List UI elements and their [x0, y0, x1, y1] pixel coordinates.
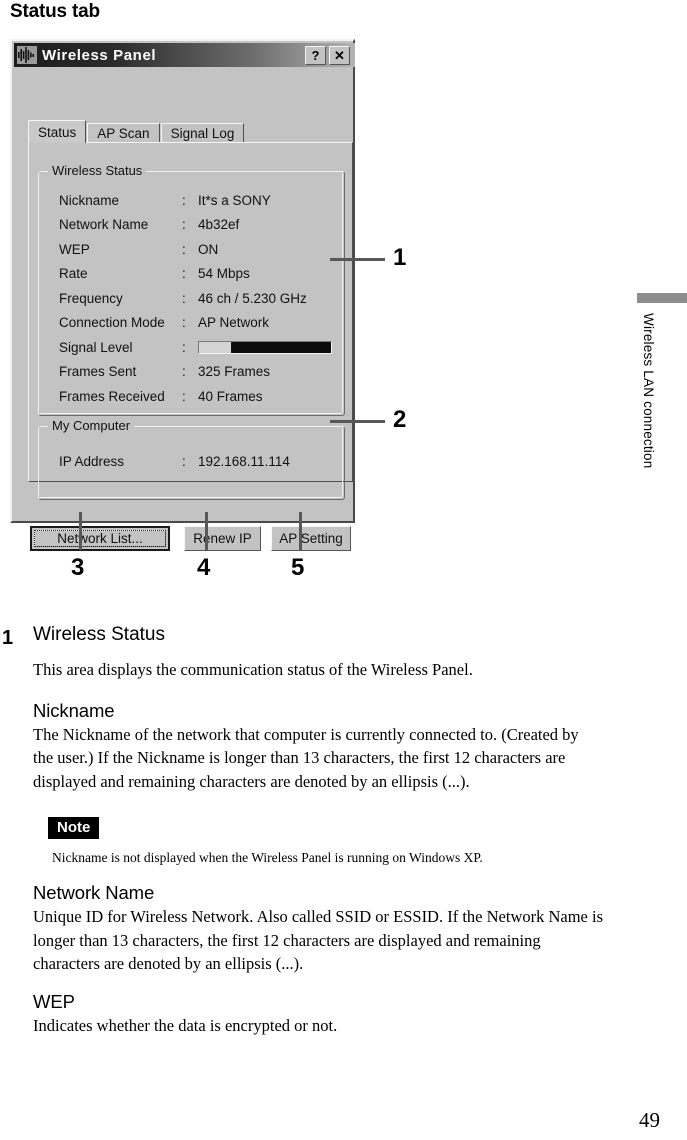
- row-separator: :: [182, 192, 186, 208]
- button-label: Renew IP: [193, 531, 252, 546]
- row-separator: :: [182, 217, 186, 233]
- row-label: Signal Level: [59, 339, 133, 355]
- row-value: It*s a SONY: [198, 192, 271, 208]
- status-row-frequency: Frequency : 46 ch / 5.230 GHz: [59, 286, 332, 311]
- row-separator: :: [182, 339, 186, 355]
- page-number: 49: [639, 1108, 660, 1132]
- row-separator: :: [182, 266, 186, 282]
- status-row-signal-level: Signal Level :: [59, 335, 332, 360]
- section-heading-wep: WEP: [33, 990, 75, 1012]
- step-number: 1: [2, 627, 14, 649]
- tab-signal-log[interactable]: Signal Log: [160, 123, 245, 143]
- section-text-network-name: Unique ID for Wireless Network. Also cal…: [33, 907, 604, 973]
- dialog-titlebar: Wireless Panel ? ✕: [14, 43, 355, 67]
- row-label: Nickname: [59, 192, 120, 208]
- status-row-frames-sent: Frames Sent : 325 Frames: [59, 360, 332, 385]
- row-value: 4b32ef: [198, 217, 240, 233]
- row-value: ON: [198, 241, 219, 257]
- ap-setting-button[interactable]: AP Setting: [271, 526, 351, 551]
- callout-number-4: 4: [197, 554, 211, 581]
- row-value: 54 Mbps: [198, 266, 250, 282]
- my-computer-group-title: My Computer: [48, 418, 135, 434]
- callout-number-3: 3: [71, 554, 85, 581]
- status-row-nickname: Nickname : It*s a SONY: [59, 188, 332, 213]
- step-intro: This area displays the communication sta…: [33, 660, 473, 679]
- row-label: Connection Mode: [59, 315, 165, 331]
- row-value: 40 Frames: [198, 388, 263, 404]
- callout-leader-5: [299, 512, 302, 550]
- my-computer-group: My Computer IP Address : 192.168.11.114: [37, 418, 345, 500]
- tab-status[interactable]: Status: [28, 120, 87, 143]
- row-value: 46 ch / 5.230 GHz: [198, 290, 307, 306]
- tab-strip: Status AP Scan Signal Log: [28, 120, 353, 143]
- row-separator: :: [182, 315, 186, 331]
- status-row-rate: Rate : 54 Mbps: [59, 262, 332, 287]
- row-separator: :: [182, 364, 186, 380]
- row-separator: :: [182, 453, 186, 469]
- page-title: Status tab: [10, 1, 100, 22]
- signal-wave-icon: [17, 46, 37, 64]
- callout-number-5: 5: [291, 554, 305, 581]
- close-icon[interactable]: ✕: [329, 45, 350, 65]
- row-label: Rate: [59, 266, 88, 282]
- row-label: Frames Sent: [59, 364, 137, 380]
- section-heading-nickname: Nickname: [33, 699, 115, 721]
- row-value-progress: [198, 340, 332, 354]
- note-text: Nickname is not displayed when the Wirel…: [52, 850, 483, 865]
- section-heading-network-name: Network Name: [33, 882, 155, 903]
- row-label: Frames Received: [59, 388, 165, 404]
- row-value: AP Network: [198, 315, 270, 331]
- side-tab-marker: [637, 293, 687, 303]
- dialog-title: Wireless Panel: [42, 46, 157, 64]
- row-label: Frequency: [59, 290, 123, 306]
- note-block: Note Nickname is not displayed when the …: [48, 817, 633, 867]
- row-value: 325 Frames: [198, 364, 271, 380]
- wireless-panel-dialog: Wireless Panel ? ✕ Status AP Scan Signal…: [10, 39, 355, 551]
- callout-leader-1: [330, 258, 385, 261]
- row-label: IP Address: [59, 453, 125, 469]
- wireless-status-group: Wireless Status Nickname : It*s a SONY N…: [37, 163, 345, 416]
- section-text-wep: Indicates whether the data is encrypted …: [33, 1015, 338, 1035]
- button-label: AP Setting: [279, 531, 343, 546]
- signal-level-unfilled: [199, 341, 232, 353]
- row-label: WEP: [59, 241, 90, 257]
- button-label: Network List...: [57, 531, 143, 546]
- side-tab-label: Wireless LAN connection: [641, 313, 656, 469]
- renew-ip-button[interactable]: Renew IP: [184, 526, 261, 551]
- signal-level-bar: [198, 340, 332, 354]
- callout-number-2: 2: [393, 406, 407, 433]
- wireless-status-rows: Nickname : It*s a SONY Network Name : 4b…: [59, 188, 332, 409]
- row-separator: :: [182, 388, 186, 404]
- step-title: Wireless Status: [33, 624, 165, 645]
- titlebar-buttons: ? ✕: [305, 45, 350, 65]
- callout-leader-4: [205, 512, 208, 550]
- status-row-wep: WEP : ON: [59, 237, 332, 262]
- help-button[interactable]: ?: [305, 45, 326, 65]
- row-value: 192.168.11.114: [198, 453, 290, 469]
- callout-leader-2: [330, 420, 385, 423]
- section-text-nickname: The Nickname of the network that compute…: [33, 724, 579, 791]
- status-row-ip-address: IP Address : 192.168.11.114: [59, 449, 290, 474]
- callout-number-1: 1: [393, 244, 407, 271]
- network-list-button[interactable]: Network List...: [30, 526, 170, 551]
- my-computer-rows: IP Address : 192.168.11.114: [59, 449, 290, 474]
- row-label: Network Name: [59, 217, 149, 233]
- wireless-status-group-title: Wireless Status: [48, 163, 147, 179]
- note-badge: Note: [48, 817, 100, 839]
- status-row-network-name: Network Name : 4b32ef: [59, 213, 332, 238]
- callout-leader-3: [79, 512, 82, 550]
- status-row-connection-mode: Connection Mode : AP Network: [59, 311, 332, 336]
- row-separator: :: [182, 290, 186, 306]
- body-content: Wireless Status This area displays the c…: [33, 624, 633, 1037]
- tab-ap-scan[interactable]: AP Scan: [87, 123, 160, 143]
- status-row-frames-received: Frames Received : 40 Frames: [59, 384, 332, 409]
- row-separator: :: [182, 241, 186, 257]
